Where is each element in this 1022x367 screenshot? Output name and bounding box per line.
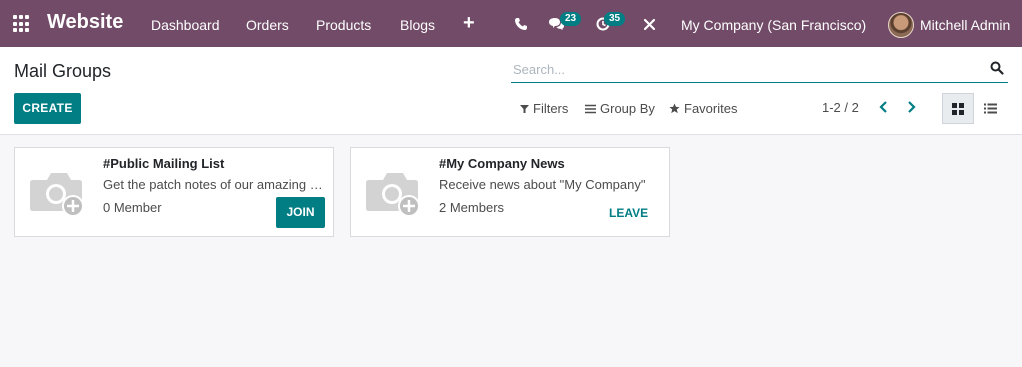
user-avatar[interactable] xyxy=(888,12,914,38)
star-icon xyxy=(669,103,680,114)
group-by-button[interactable]: Group By xyxy=(585,101,655,116)
list-view-button[interactable] xyxy=(974,93,1006,124)
top-navbar: Website Dashboard Orders Products Blogs … xyxy=(0,0,1022,47)
list-icon xyxy=(983,103,997,114)
create-button[interactable]: CREATE xyxy=(14,93,81,124)
kanban-grid-icon xyxy=(952,102,964,115)
activities-count-badge: 35 xyxy=(604,12,626,26)
control-panel: Mail Groups CREATE Filters Group By Favo… xyxy=(0,47,1022,135)
card-description: Receive news about "My Company" xyxy=(439,177,646,192)
search-bar xyxy=(511,57,1008,83)
new-content-plus-icon[interactable]: + xyxy=(463,12,475,35)
kanban-card[interactable]: #My Company News Receive news about "My … xyxy=(350,147,670,237)
camera-placeholder-icon xyxy=(30,173,84,217)
phone-icon[interactable] xyxy=(514,17,528,31)
search-icon[interactable] xyxy=(990,61,1004,75)
page-title: Mail Groups xyxy=(14,61,112,81)
menu-orders[interactable]: Orders xyxy=(246,17,289,33)
pager-value[interactable]: 1-2 / 2 xyxy=(822,100,859,115)
card-description: Get the patch notes of our amazing produ… xyxy=(103,177,328,192)
company-switcher[interactable]: My Company (San Francisco) xyxy=(681,17,866,33)
group-by-label: Group By xyxy=(600,101,655,116)
favorites-button[interactable]: Favorites xyxy=(669,101,737,116)
filters-button[interactable]: Filters xyxy=(520,101,568,116)
card-title[interactable]: #My Company News xyxy=(439,156,565,171)
join-button[interactable]: JOIN xyxy=(276,197,325,228)
menu-blogs[interactable]: Blogs xyxy=(400,17,435,33)
pager-previous-icon[interactable] xyxy=(876,99,892,115)
filters-label: Filters xyxy=(533,101,569,116)
search-input[interactable] xyxy=(511,57,981,81)
camera-placeholder-icon xyxy=(366,173,420,217)
group-by-icon xyxy=(585,104,596,113)
apps-menu-icon[interactable] xyxy=(13,15,31,33)
favorites-label: Favorites xyxy=(684,101,738,116)
card-members-count: 2 Members xyxy=(439,200,505,215)
card-members-count: 0 Member xyxy=(103,200,162,215)
filter-icon xyxy=(520,104,529,113)
kanban-card[interactable]: #Public Mailing List Get the patch notes… xyxy=(14,147,334,237)
card-title[interactable]: #Public Mailing List xyxy=(103,156,224,171)
pager-next-icon[interactable] xyxy=(903,99,919,115)
user-menu[interactable]: Mitchell Admin xyxy=(920,17,1010,33)
kanban-view-button[interactable] xyxy=(942,93,974,124)
messages-count-badge: 23 xyxy=(560,12,582,26)
menu-dashboard[interactable]: Dashboard xyxy=(151,17,220,33)
menu-products[interactable]: Products xyxy=(316,17,371,33)
debug-tools-icon[interactable] xyxy=(643,18,656,31)
leave-button[interactable]: LEAVE xyxy=(609,206,648,220)
app-brand[interactable]: Website xyxy=(47,11,123,34)
